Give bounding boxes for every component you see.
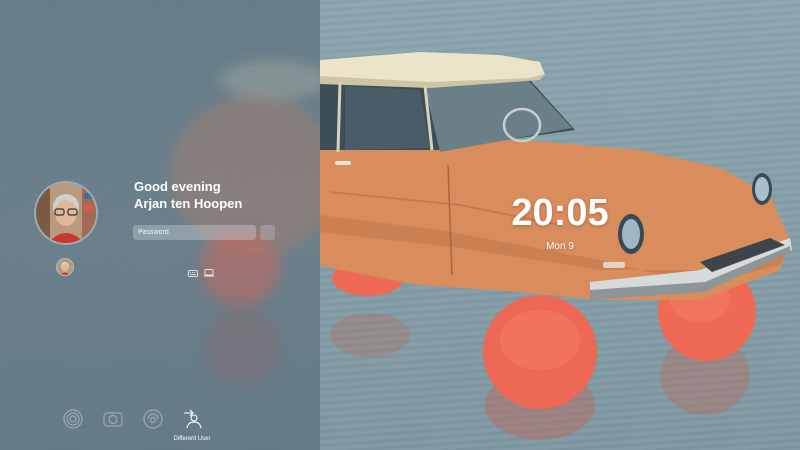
different-user-button[interactable]: Different User xyxy=(170,409,214,443)
clock-time: 20:05 xyxy=(511,192,609,234)
display-icon[interactable] xyxy=(204,264,214,282)
input-indicators xyxy=(188,264,214,282)
user-avatar[interactable] xyxy=(36,183,96,243)
user-photo-small xyxy=(57,259,73,275)
fingerprint-icon[interactable] xyxy=(62,408,84,430)
keyboard-icon[interactable] xyxy=(188,264,198,282)
different-user-label: Different User xyxy=(173,436,211,442)
user-name: Arjan ten Hoopen xyxy=(134,196,243,211)
lock-clock: 20:05 Mon 9 xyxy=(500,192,620,254)
blurred-background-shape xyxy=(220,60,320,100)
submit-button[interactable] xyxy=(260,225,275,240)
user-photo xyxy=(36,183,96,243)
face-id-icon[interactable] xyxy=(142,408,164,430)
greeting-line: Good evening xyxy=(134,179,221,194)
blurred-background-shape xyxy=(205,305,280,385)
password-row xyxy=(133,225,275,240)
clock-date: Mon 9 xyxy=(546,241,574,252)
different-user-icon xyxy=(184,409,202,429)
camera-icon[interactable] xyxy=(102,408,124,430)
greeting: Good evening Arjan ten Hoopen xyxy=(134,178,242,212)
user-switch-avatar[interactable] xyxy=(57,259,73,275)
login-panel: Good evening Arjan ten Hoopen Different … xyxy=(0,0,320,450)
password-input[interactable] xyxy=(133,225,256,240)
